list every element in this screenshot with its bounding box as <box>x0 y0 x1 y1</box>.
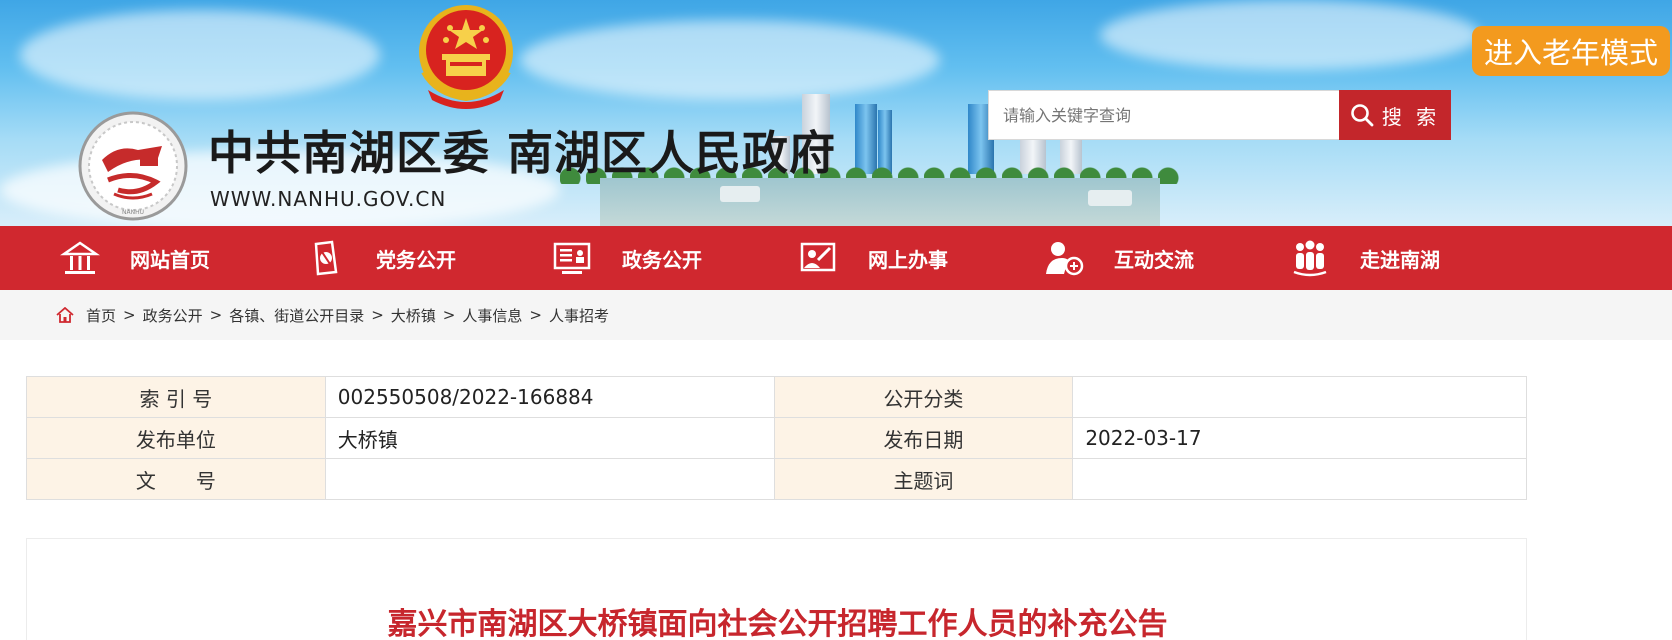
lake-water <box>600 178 1160 226</box>
article-container: 嘉兴市南湖区大桥镇面向社会公开招聘工作人员的补充公告 <box>26 538 1527 640</box>
meta-value-category <box>1072 376 1527 418</box>
nav-item-label: 党务公开 <box>376 247 456 272</box>
breadcrumb-link-daqiao-town[interactable]: 大桥镇 <box>391 305 436 326</box>
meta-value-publisher: 大桥镇 <box>324 417 775 459</box>
meta-key-publisher: 发布单位 <box>26 417 326 459</box>
search-input[interactable] <box>988 90 1340 140</box>
breadcrumb-separator: > <box>371 306 384 324</box>
main-nav: 网站首页 党务公开 政务公开 网上办事 互动交流 走进南湖 <box>0 226 1672 290</box>
meta-value-document-number <box>324 458 775 500</box>
meta-value-index: 002550508/2022-166884 <box>324 376 775 418</box>
table-row: 文 号 主题词 <box>26 458 1527 500</box>
breadcrumb-separator: > <box>442 306 456 324</box>
interaction-icon <box>1042 236 1086 280</box>
cloud-decoration <box>520 20 940 100</box>
elder-mode-button[interactable]: 进入老年模式 <box>1472 26 1670 76</box>
nanhu-logo-icon: NANHU <box>78 111 188 221</box>
breadcrumb-link-town-directory[interactable]: 各镇、街道公开目录 <box>229 305 364 326</box>
cloud-decoration <box>20 10 380 100</box>
site-title: 中共南湖区委 南湖区人民政府 <box>208 126 837 180</box>
nav-item-label: 互动交流 <box>1114 247 1194 272</box>
boat-decoration <box>720 186 760 202</box>
breadcrumb-link-government-affairs[interactable]: 政务公开 <box>143 305 203 326</box>
government-affairs-icon <box>550 236 594 280</box>
party-icon <box>304 236 348 280</box>
meta-value-publish-date: 2022-03-17 <box>1072 417 1527 459</box>
meta-key-keywords: 主题词 <box>773 458 1074 500</box>
home-icon <box>58 236 102 280</box>
nav-item-online-service[interactable]: 网上办事 <box>796 226 948 290</box>
breadcrumb-link-personnel-info[interactable]: 人事信息 <box>462 305 522 326</box>
breadcrumb-separator: > <box>123 306 136 324</box>
nav-item-interaction[interactable]: 互动交流 <box>1042 226 1194 290</box>
home-icon <box>56 307 74 323</box>
nav-item-party-affairs[interactable]: 党务公开 <box>304 226 456 290</box>
breadcrumb-separator: > <box>529 306 542 324</box>
nav-item-label: 网上办事 <box>868 247 948 272</box>
breadcrumb-link-recruitment[interactable]: 人事招考 <box>549 305 609 326</box>
nav-item-about-nanhu[interactable]: 走进南湖 <box>1288 226 1440 290</box>
breadcrumb-link-home[interactable]: 首页 <box>86 305 116 326</box>
site-domain: WWW.NANHU.GOV.CN <box>210 187 447 211</box>
nav-item-home[interactable]: 网站首页 <box>58 226 210 290</box>
people-icon <box>1288 236 1332 280</box>
nav-item-label: 走进南湖 <box>1360 247 1440 272</box>
nav-item-government-affairs[interactable]: 政务公开 <box>550 226 702 290</box>
meta-value-keywords <box>1072 458 1527 500</box>
breadcrumb: 首页 > 政务公开 > 各镇、街道公开目录 > 大桥镇 > 人事信息 > 人事招… <box>0 290 1672 340</box>
document-meta-table: 索 引 号 002550508/2022-166884 公开分类 发布单位 大桥… <box>26 376 1527 500</box>
national-emblem-icon <box>419 5 513 109</box>
meta-key-category: 公开分类 <box>773 376 1074 418</box>
boat-decoration <box>1088 190 1132 206</box>
breadcrumb-separator: > <box>209 306 223 324</box>
table-row: 索 引 号 002550508/2022-166884 公开分类 <box>26 376 1527 418</box>
meta-key-document-number: 文 号 <box>26 458 326 500</box>
search-button-label: 搜 索 <box>1381 104 1441 129</box>
meta-key-index: 索 引 号 <box>26 376 326 418</box>
nav-item-label: 网站首页 <box>130 247 210 272</box>
meta-key-publish-date: 发布日期 <box>773 417 1074 459</box>
search-icon <box>1351 104 1374 127</box>
article-title: 嘉兴市南湖区大桥镇面向社会公开招聘工作人员的补充公告 <box>387 607 1168 640</box>
svg-text:NANHU: NANHU <box>122 209 144 216</box>
cloud-decoration <box>1100 0 1480 70</box>
nav-item-label: 政务公开 <box>622 247 702 272</box>
search-button[interactable]: 搜 索 <box>1339 90 1451 140</box>
table-row: 发布单位 大桥镇 发布日期 2022-03-17 <box>26 417 1527 459</box>
online-service-icon <box>796 236 840 280</box>
